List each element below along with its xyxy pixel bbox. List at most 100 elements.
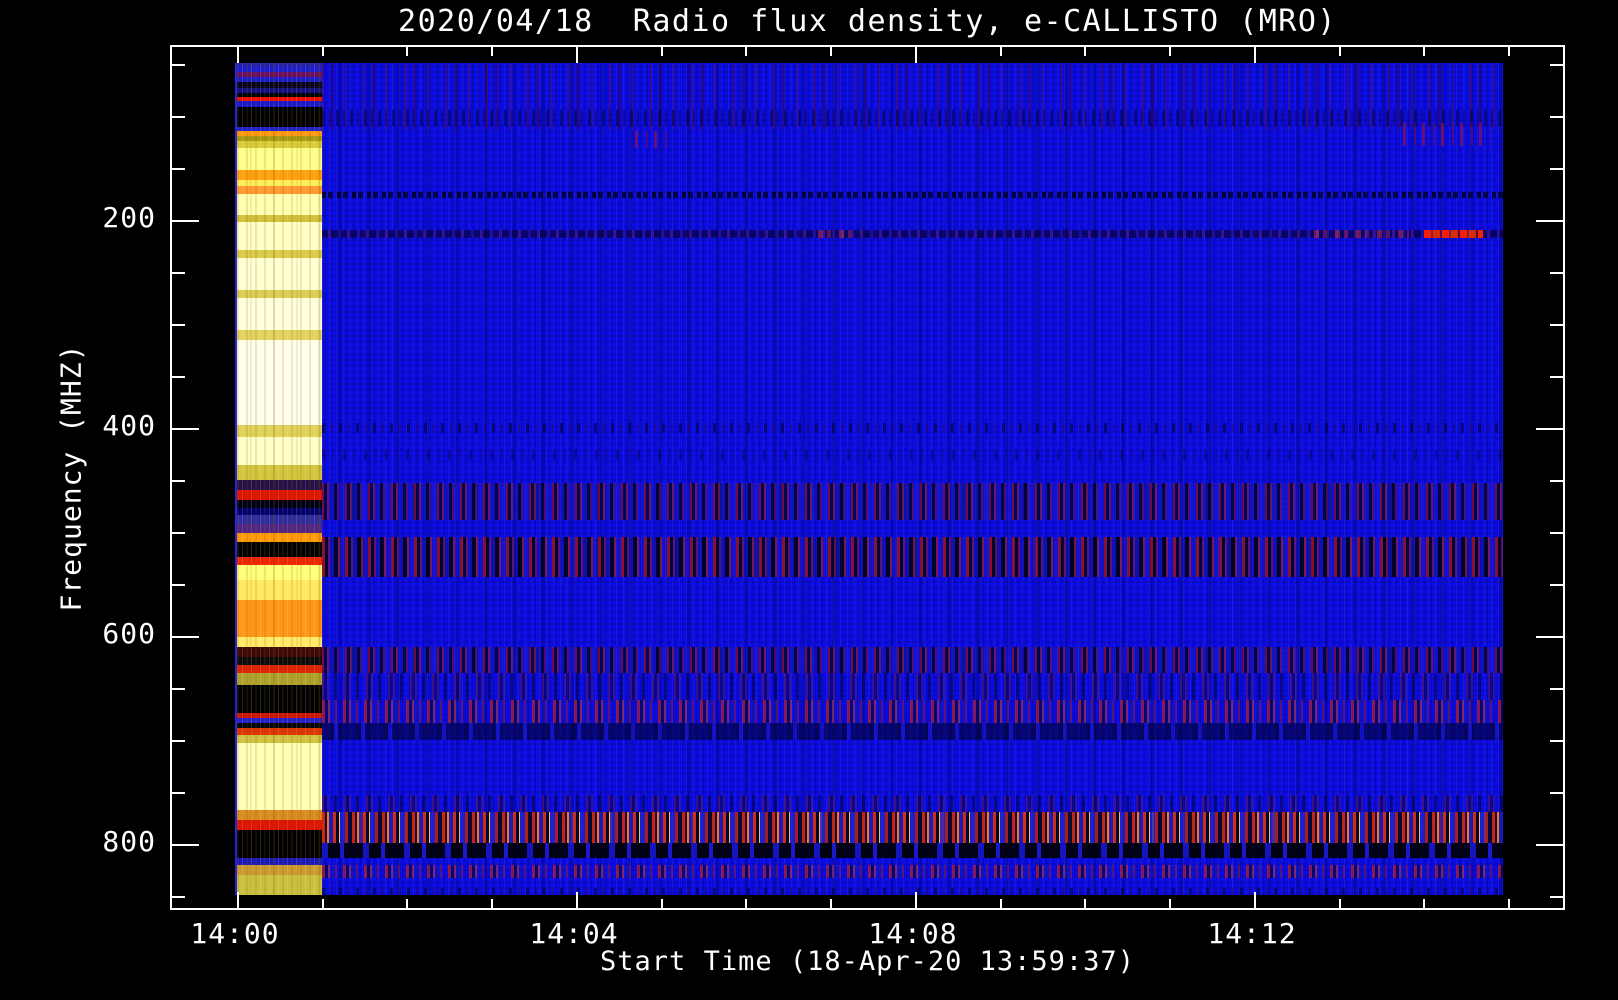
y-major-tick-right — [1536, 428, 1563, 430]
rfi-spot — [818, 229, 854, 238]
spectrogram-figure: 2020/04/18 Radio flux density, e-CALLIST… — [0, 0, 1618, 1000]
x-tick-label: 14:12 — [1207, 917, 1297, 950]
x-tick-label: 14:08 — [868, 917, 958, 950]
x-minor-tick — [406, 899, 408, 908]
rfi-band — [321, 482, 1503, 520]
burst-stripe — [237, 63, 322, 67]
y-minor-tick — [172, 740, 185, 742]
y-tick-label: 200 — [102, 201, 156, 234]
burst-stripe — [237, 820, 322, 830]
x-minor-tick — [322, 899, 324, 908]
y-minor-tick — [172, 792, 185, 794]
y-minor-tick-right — [1550, 324, 1563, 326]
burst-stripe — [237, 499, 322, 508]
rfi-spot — [634, 131, 673, 148]
x-major-tick — [576, 892, 578, 908]
burst-stripe — [237, 194, 322, 215]
x-minor-tick-top — [1423, 47, 1425, 56]
x-major-tick — [237, 892, 239, 908]
x-minor-tick-top — [406, 47, 408, 56]
burst-stripe — [237, 185, 322, 194]
burst-stripe — [237, 580, 322, 600]
x-major-tick-top — [915, 47, 917, 63]
x-minor-tick — [745, 899, 747, 908]
burst-stripe — [237, 713, 322, 719]
x-axis-title: Start Time (18-Apr-20 13:59:37) — [600, 946, 1135, 977]
rfi-band — [321, 794, 1503, 812]
burst-stripe — [237, 532, 322, 542]
x-major-tick-top — [237, 47, 239, 63]
x-minor-tick — [1508, 899, 1510, 908]
x-tick-label: 14:04 — [529, 917, 619, 950]
burst-stripe — [237, 339, 322, 425]
y-minor-tick — [172, 896, 185, 898]
burst-stripe — [237, 97, 322, 101]
rfi-band — [321, 423, 1503, 433]
burst-stripe — [237, 809, 322, 820]
burst-stripe — [237, 599, 322, 637]
x-minor-tick — [1000, 899, 1002, 908]
y-minor-tick — [172, 376, 185, 378]
burst-stripe — [237, 742, 322, 810]
y-minor-tick — [172, 168, 185, 170]
y-tick-label: 400 — [102, 409, 156, 442]
x-minor-tick-top — [1339, 47, 1341, 56]
y-minor-tick — [172, 64, 185, 66]
burst-stripe — [237, 665, 322, 674]
burst-stripe — [237, 81, 322, 88]
burst-stripe — [237, 215, 322, 222]
burst-stripe — [237, 685, 322, 714]
burst-stripe — [237, 875, 322, 895]
burst-stripe — [237, 735, 322, 743]
x-minor-tick-top — [1084, 47, 1086, 56]
burst-stripe — [237, 66, 322, 72]
burst-stripe — [237, 169, 322, 180]
rfi-band — [321, 646, 1503, 673]
x-tick-label: 14:00 — [190, 917, 280, 950]
rfi-band — [321, 723, 1503, 740]
burst-stripe — [237, 141, 322, 149]
burst-stripe — [237, 76, 322, 82]
burst-stripe — [237, 857, 322, 865]
y-major-tick — [172, 220, 199, 222]
burst-stripe — [237, 636, 322, 647]
x-minor-tick — [1423, 899, 1425, 908]
burst-stripe — [237, 436, 322, 465]
y-minor-tick-right — [1550, 584, 1563, 586]
burst-stripe — [237, 515, 322, 524]
burst-stripe — [237, 524, 322, 533]
y-major-tick — [172, 844, 199, 846]
burst-stripe — [237, 465, 322, 480]
y-minor-tick — [172, 480, 185, 482]
y-minor-tick-right — [1550, 740, 1563, 742]
burst-stripe — [237, 71, 322, 77]
burst-stripe — [237, 250, 322, 259]
rfi-band — [321, 888, 1503, 895]
rfi-band — [321, 864, 1503, 878]
burst-stripe — [237, 258, 322, 291]
x-minor-tick-top — [1508, 47, 1510, 56]
x-minor-tick — [661, 899, 663, 908]
y-axis-title: Frequency (MHZ) — [48, 45, 94, 910]
x-major-tick-top — [576, 47, 578, 63]
y-minor-tick-right — [1550, 168, 1563, 170]
spectrogram-main — [321, 63, 1504, 895]
x-minor-tick — [1169, 899, 1171, 908]
y-minor-tick — [172, 584, 185, 586]
burst-stripe — [237, 289, 322, 298]
y-minor-tick-right — [1550, 532, 1563, 534]
burst-stripe — [237, 148, 322, 170]
y-minor-tick-right — [1550, 272, 1563, 274]
x-minor-tick — [830, 899, 832, 908]
burst-stripe — [237, 297, 322, 330]
rfi-band — [321, 673, 1503, 701]
y-major-tick-right — [1536, 844, 1563, 846]
rfi-spot — [1314, 229, 1409, 238]
y-tick-label: 800 — [102, 825, 156, 858]
y-major-tick-right — [1536, 636, 1563, 638]
rfi-band — [321, 536, 1503, 577]
burst-stripe — [237, 673, 322, 685]
burst-stripe — [237, 557, 322, 566]
rfi-spot — [1423, 229, 1483, 238]
rfi-spot — [1402, 122, 1492, 147]
